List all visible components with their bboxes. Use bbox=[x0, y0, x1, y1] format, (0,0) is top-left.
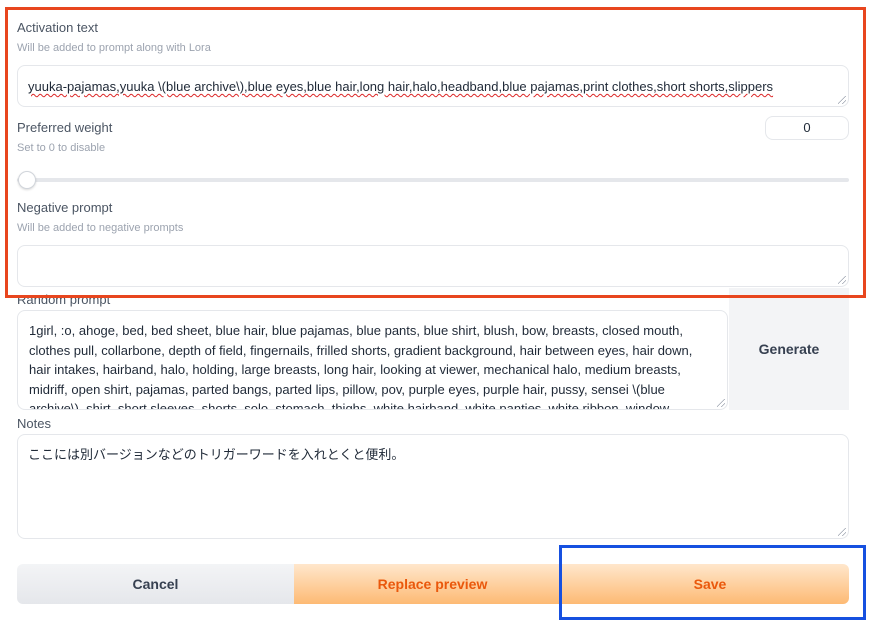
cancel-button-label: Cancel bbox=[132, 576, 179, 592]
negative-label: Negative prompt bbox=[17, 200, 113, 215]
generate-button-label: Generate bbox=[758, 341, 820, 357]
resize-handle-icon[interactable] bbox=[838, 276, 846, 284]
save-button-label: Save bbox=[693, 576, 727, 592]
cancel-button[interactable]: Cancel bbox=[17, 564, 294, 604]
activation-text-input[interactable]: yuuka-pajamas,yuuka \(blue archive\),blu… bbox=[17, 65, 849, 107]
generate-button[interactable]: Generate bbox=[729, 288, 849, 410]
negative-prompt-input[interactable] bbox=[17, 245, 849, 287]
replace-preview-button[interactable]: Replace preview bbox=[294, 564, 571, 604]
weight-label: Preferred weight bbox=[17, 120, 113, 135]
activation-hint: Will be added to prompt along with Lora bbox=[17, 42, 211, 54]
weight-hint: Set to 0 to disable bbox=[17, 142, 106, 154]
save-button[interactable]: Save bbox=[571, 564, 849, 604]
resize-handle-icon[interactable] bbox=[717, 399, 725, 407]
random-prompt-value: 1girl, :o, ahoge, bed, bed sheet, blue h… bbox=[29, 323, 693, 410]
weight-value: 0 bbox=[803, 120, 811, 135]
resize-handle-icon[interactable] bbox=[838, 96, 846, 104]
weight-slider-track[interactable] bbox=[17, 178, 849, 182]
random-prompt-textarea[interactable]: 1girl, :o, ahoge, bed, bed sheet, blue h… bbox=[17, 310, 728, 410]
notes-label: Notes bbox=[17, 416, 51, 431]
random-prompt-label: Random prompt bbox=[17, 292, 111, 307]
activation-text-value: yuuka-pajamas,yuuka \(blue archive\),blu… bbox=[28, 79, 774, 94]
notes-textarea[interactable]: ここには別バージョンなどのトリガーワードを入れとくと便利。 bbox=[17, 434, 849, 539]
notes-value: ここには別バージョンなどのトリガーワードを入れとくと便利。 bbox=[28, 447, 405, 462]
resize-handle-icon[interactable] bbox=[838, 528, 846, 536]
negative-hint: Will be added to negative prompts bbox=[17, 222, 184, 234]
replace-preview-button-label: Replace preview bbox=[377, 576, 488, 592]
weight-number-input[interactable]: 0 bbox=[765, 116, 849, 140]
weight-slider-thumb[interactable] bbox=[18, 171, 36, 189]
activation-label: Activation text bbox=[17, 20, 98, 35]
